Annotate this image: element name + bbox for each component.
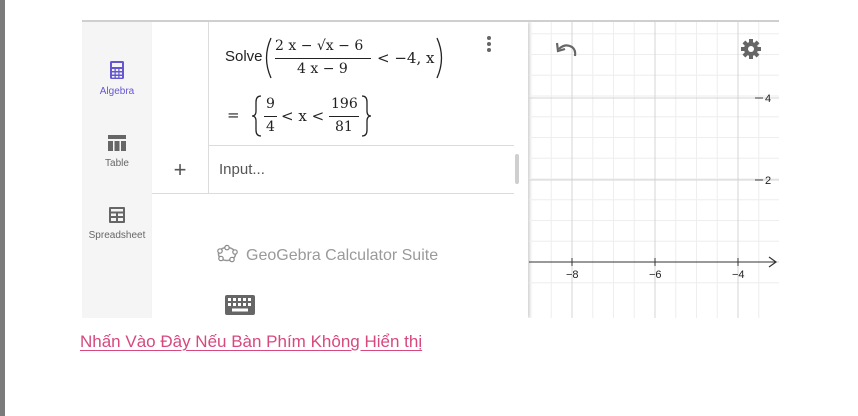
y-tick-label: 4 (765, 93, 771, 105)
perspective-table[interactable]: Table (82, 134, 152, 169)
scrollbar[interactable] (515, 154, 519, 184)
table-icon (108, 135, 126, 151)
suite-label: GeoGebra Calculator Suite (246, 247, 439, 264)
add-item-button[interactable]: + (152, 146, 209, 194)
axes (529, 256, 778, 268)
spreadsheet-icon (109, 207, 125, 223)
perspective-label: Spreadsheet (88, 230, 146, 241)
keyboard-icon[interactable] (224, 294, 256, 316)
fraction-denominator: 4 x − 9 (297, 61, 348, 77)
geogebra-app: Algebra Table Spreadsheet Solve 2 x − √x… (82, 22, 779, 318)
calculator-icon (110, 61, 124, 79)
result-right-numerator: 196 (331, 96, 358, 112)
fraction-bar (264, 116, 277, 117)
right-brace (361, 95, 372, 137)
result-left-denominator: 4 (266, 119, 275, 135)
perspective-label: Algebra (99, 86, 135, 97)
fraction-numerator: 2 x − √x − 6 (275, 38, 364, 54)
input-row: + Input... (152, 146, 514, 194)
inequality-rest: < −4, x (377, 49, 435, 67)
result-middle: < x < (281, 107, 325, 125)
fraction-bar (275, 58, 371, 59)
fraction-bar (329, 116, 359, 117)
x-tick-label: −6 (649, 269, 662, 281)
result-right-denominator: 81 (335, 119, 353, 135)
graphics-view[interactable]: 4 2 −8 −6 −4 (529, 22, 779, 318)
perspective-algebra[interactable]: Algebra (82, 60, 152, 97)
algebra-view: Solve 2 x − √x − 6 4 x − 9 < −4, x = 9 4… (152, 22, 528, 318)
perspective-label: Table (105, 158, 129, 169)
left-brace (251, 95, 262, 137)
suite-branding: GeoGebra Calculator Suite (216, 244, 438, 265)
geogebra-logo-icon (217, 244, 238, 263)
more-options-icon[interactable] (482, 36, 496, 56)
algebra-row[interactable]: Solve 2 x − √x − 6 4 x − 9 < −4, x = 9 4… (209, 22, 514, 146)
show-keyboard-link[interactable]: Nhấn Vào Đây Nếu Bàn Phím Không Hiển thị (80, 332, 422, 352)
row-marker (152, 22, 209, 146)
x-tick-label: −4 (732, 269, 745, 281)
command-name: Solve (225, 48, 263, 65)
right-paren (436, 37, 443, 79)
window-edge (0, 0, 5, 416)
left-paren (265, 37, 272, 79)
perspective-spreadsheet[interactable]: Spreadsheet (82, 206, 152, 241)
algebra-input[interactable]: Input... (219, 161, 265, 178)
y-tick-label: 2 (765, 175, 771, 187)
perspective-sidebar: Algebra Table Spreadsheet (82, 22, 152, 318)
equals-sign: = (227, 106, 240, 124)
settings-gear-icon[interactable] (741, 39, 761, 59)
x-tick-label: −8 (566, 269, 579, 281)
result-left-numerator: 9 (266, 96, 275, 112)
